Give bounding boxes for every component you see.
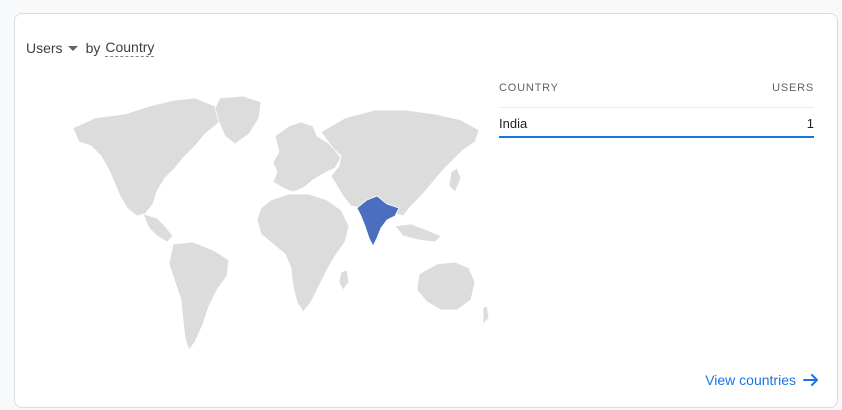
- map-indonesia: [394, 223, 442, 243]
- row-users: 1: [806, 115, 814, 131]
- col-users-header: USERS: [772, 82, 814, 94]
- table-header: COUNTRY USERS: [499, 82, 814, 108]
- row-country: India: [499, 115, 528, 131]
- users-by-country-card: Users by Country COUNTRY USERS India 1 V…: [14, 13, 838, 408]
- col-country-header: COUNTRY: [499, 82, 559, 94]
- view-countries-label: View countries: [705, 372, 796, 388]
- map-central-america: [142, 213, 174, 243]
- map-africa: [256, 193, 350, 313]
- metric-label: Users: [26, 40, 63, 56]
- country-table: COUNTRY USERS India 1: [499, 82, 814, 138]
- table-row[interactable]: India 1: [499, 108, 814, 138]
- map-south-america: [168, 241, 230, 351]
- card-header: Users by Country: [26, 39, 155, 57]
- metric-dropdown[interactable]: Users: [26, 40, 78, 56]
- view-countries-link[interactable]: View countries: [705, 372, 819, 388]
- caret-down-icon: [67, 46, 78, 51]
- world-map: [72, 96, 490, 351]
- map-asia: [320, 109, 480, 217]
- dimension-dropdown[interactable]: Country: [105, 39, 155, 57]
- by-label: by: [85, 40, 101, 56]
- map-japan: [448, 167, 462, 193]
- map-new-zealand: [482, 305, 490, 325]
- map-north-america: [72, 97, 226, 217]
- map-australia: [416, 261, 476, 311]
- map-greenland: [214, 96, 262, 145]
- map-madagascar: [338, 269, 350, 291]
- arrow-right-icon: [803, 374, 818, 386]
